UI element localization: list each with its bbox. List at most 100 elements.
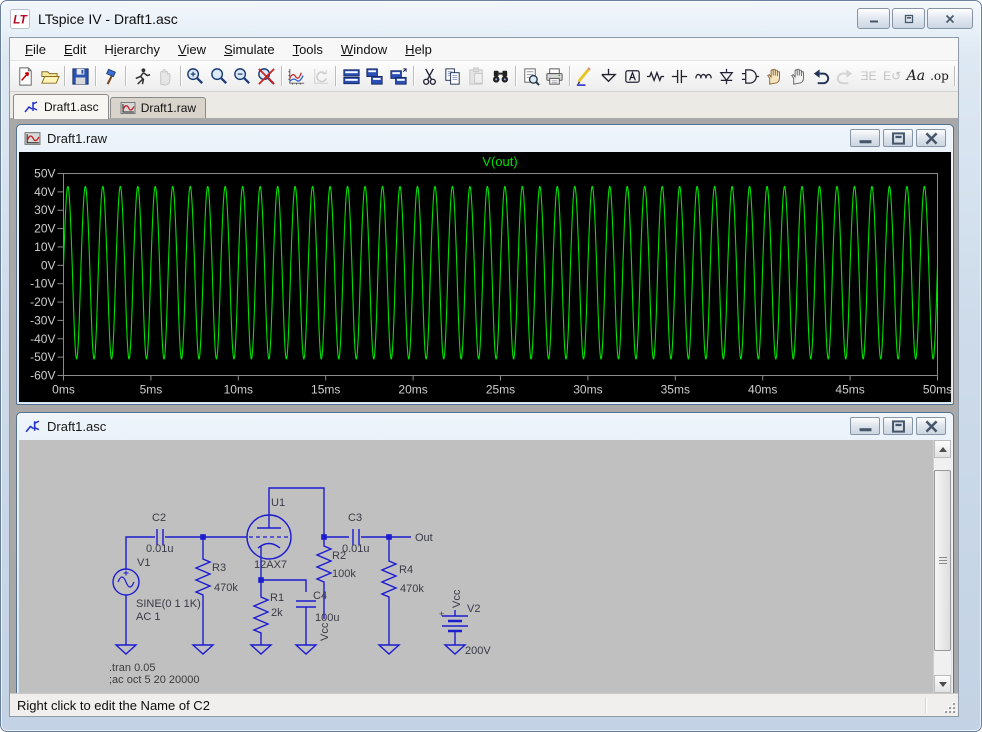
tile-vertical-button[interactable]	[363, 64, 387, 89]
capacitor-icon	[669, 66, 690, 87]
component-U1[interactable]	[247, 515, 291, 559]
copy-button[interactable]	[441, 64, 465, 89]
text-button[interactable]: Aa	[904, 64, 928, 89]
move-button[interactable]	[762, 64, 786, 89]
mdi-client-area: Draft1.raw V(out) 50V40V30V20V10V0V-10V-…	[10, 119, 958, 693]
menu-tools[interactable]: Tools	[284, 40, 332, 59]
ground-symbol[interactable]	[251, 645, 271, 654]
waveform-window-title: Draft1.raw	[47, 131, 107, 146]
ltspice-logo-icon: LT	[10, 9, 30, 29]
toolbar: ƎEE↺Aa.op	[10, 61, 958, 92]
scrollbar-track[interactable]	[934, 458, 951, 675]
svg-text:R1: R1	[270, 592, 284, 604]
find-icon	[490, 66, 511, 87]
component-R3[interactable]	[196, 550, 210, 605]
open-file-button[interactable]	[38, 64, 62, 89]
schematic-canvas[interactable]: C2 0.01u V1 SINE(0 1 1K) AC 1 R3 470k U1…	[19, 440, 933, 693]
svg-text:50ms: 50ms	[923, 383, 951, 397]
menu-window[interactable]: Window	[332, 40, 396, 59]
component-R2[interactable]	[317, 537, 331, 592]
restore-icon	[890, 418, 907, 435]
component-button[interactable]	[739, 64, 763, 89]
zoom-in-button[interactable]	[184, 64, 208, 89]
cascade-button[interactable]	[387, 64, 411, 89]
save-button[interactable]	[68, 64, 92, 89]
minimize-button[interactable]	[857, 8, 890, 29]
waveform-plot-area[interactable]: V(out) 50V40V30V20V10V0V-10V-20V-30V-40V…	[19, 152, 951, 402]
trace-legend[interactable]: V(out)	[482, 154, 517, 169]
svg-text:AC 1: AC 1	[136, 611, 160, 623]
spice-directives[interactable]: .tran 0.05 ;ac oct 5 20 20000	[109, 662, 200, 686]
component-icon	[740, 66, 761, 87]
menu-hierarchy[interactable]: Hierarchy	[95, 40, 169, 59]
ground-button[interactable]	[597, 64, 621, 89]
component-R1[interactable]	[254, 588, 268, 643]
vout-trace[interactable]	[64, 187, 938, 359]
control-panel-button[interactable]	[99, 64, 123, 89]
scroll-down-button[interactable]	[934, 675, 951, 693]
resistor-button[interactable]	[644, 64, 668, 89]
diode-button[interactable]	[715, 64, 739, 89]
zoom-full-button[interactable]	[255, 64, 279, 89]
undo-button[interactable]	[809, 64, 833, 89]
find-button[interactable]	[488, 64, 512, 89]
spice-directive-button[interactable]: .op	[928, 64, 952, 89]
tile-horizontal-button[interactable]	[339, 64, 363, 89]
waveform-minimize-button[interactable]	[850, 129, 880, 147]
tab-draft1-raw[interactable]: Draft1.raw	[110, 97, 206, 118]
waveform-tab-icon	[120, 100, 136, 116]
close-button[interactable]	[927, 8, 973, 29]
drag-button[interactable]	[786, 64, 810, 89]
scroll-up-button[interactable]	[934, 440, 951, 458]
save-icon	[70, 66, 91, 87]
wire-button[interactable]	[573, 64, 597, 89]
component-V1[interactable]	[113, 569, 139, 595]
paste-button	[465, 64, 489, 89]
schematic-minimize-button[interactable]	[850, 417, 880, 435]
zoom-out-button[interactable]	[231, 64, 255, 89]
ground-symbol[interactable]	[445, 645, 465, 654]
svg-text:-60V: -60V	[30, 369, 55, 383]
schematic-window-titlebar[interactable]: Draft1.asc	[17, 413, 953, 439]
cut-button[interactable]	[417, 64, 441, 89]
autorange-icon	[310, 66, 331, 87]
menu-simulate[interactable]: Simulate	[215, 40, 284, 59]
capacitor-button[interactable]	[668, 64, 692, 89]
print-button[interactable]	[542, 64, 566, 89]
ground-symbol[interactable]	[379, 645, 399, 654]
menu-edit[interactable]: Edit	[55, 40, 95, 59]
net-label-button[interactable]	[620, 64, 644, 89]
plot-settings-button[interactable]	[285, 64, 309, 89]
menu-help[interactable]: Help	[396, 40, 441, 59]
restore-button[interactable]	[892, 8, 925, 29]
vertical-scrollbar[interactable]	[933, 440, 951, 693]
svg-text:C2: C2	[152, 512, 166, 524]
new-schematic-button[interactable]	[14, 64, 38, 89]
component-R4[interactable]	[382, 552, 396, 607]
ground-symbol[interactable]	[116, 645, 136, 654]
schematic-tab-icon	[23, 99, 39, 115]
ground-symbol[interactable]	[296, 645, 316, 654]
component-V2[interactable]	[442, 616, 468, 631]
arrow-down-icon	[939, 682, 947, 687]
waveform-window-titlebar[interactable]: Draft1.raw	[17, 125, 953, 151]
paste-icon	[466, 66, 487, 87]
resize-grip[interactable]	[943, 701, 956, 714]
inductor-button[interactable]	[691, 64, 715, 89]
ground-symbol[interactable]	[193, 645, 213, 654]
schematic-labels[interactable]: C2 0.01u V1 SINE(0 1 1K) AC 1 R3 470k U1…	[136, 497, 491, 657]
svg-text:0.01u: 0.01u	[342, 543, 370, 555]
print-preview-button[interactable]	[519, 64, 543, 89]
menu-file[interactable]: File	[16, 40, 55, 59]
zoom-extents-button[interactable]	[207, 64, 231, 89]
run-button[interactable]	[129, 64, 153, 89]
waveform-restore-button[interactable]	[883, 129, 913, 147]
waveform-close-button[interactable]	[916, 129, 946, 147]
tab-draft1-asc[interactable]: Draft1.asc	[13, 94, 109, 119]
menu-view[interactable]: View	[169, 40, 215, 59]
schematic-close-button[interactable]	[916, 417, 946, 435]
schematic-restore-button[interactable]	[883, 417, 913, 435]
scrollbar-thumb[interactable]	[934, 470, 951, 651]
tab-label: Draft1.raw	[141, 101, 196, 115]
title-bar[interactable]: LT LTspice IV - Draft1.asc	[1, 1, 981, 37]
